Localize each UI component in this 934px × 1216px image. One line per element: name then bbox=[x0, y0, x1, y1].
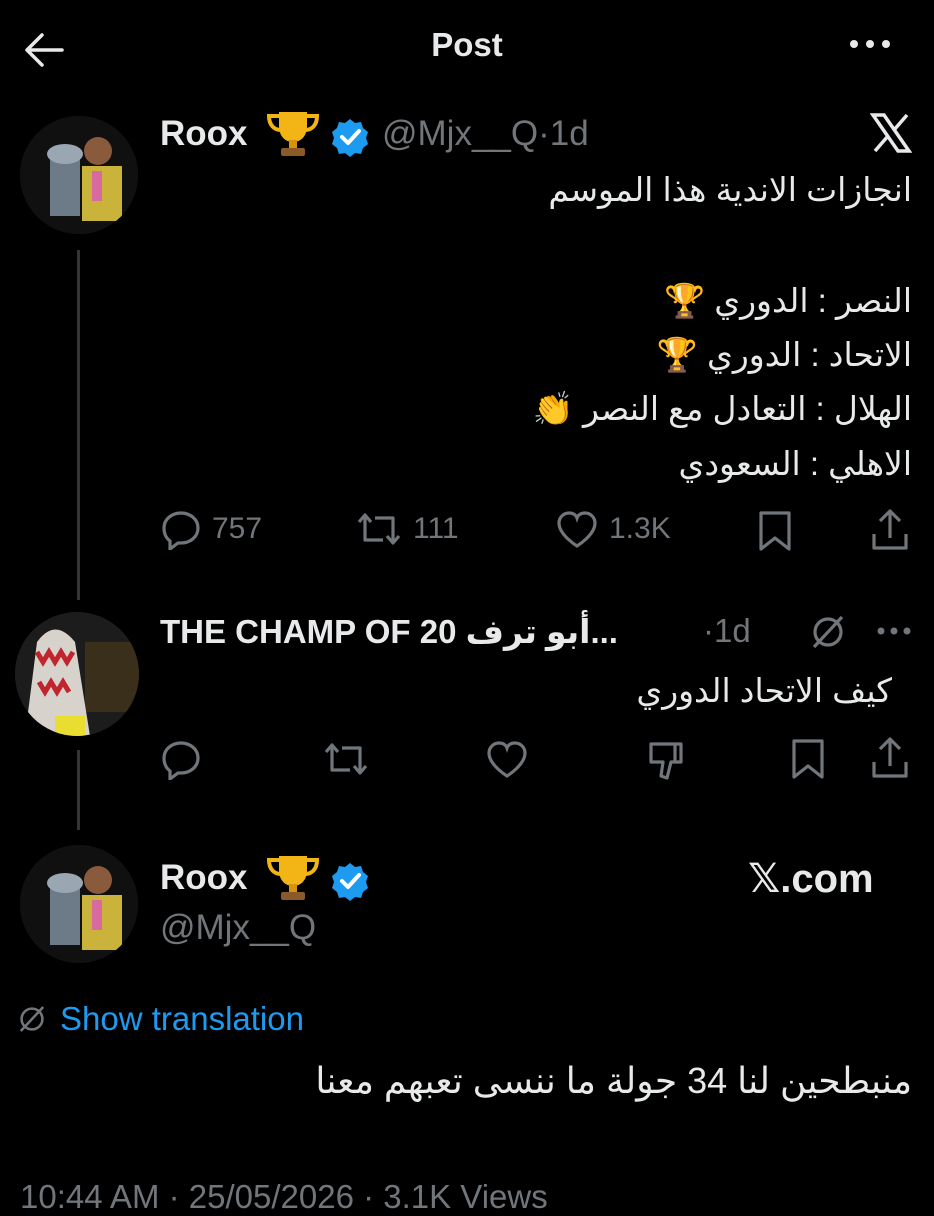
tweet-text-line: الاهلي : السعودي bbox=[678, 445, 912, 482]
page-title: Post bbox=[431, 26, 503, 63]
dislike-icon[interactable] bbox=[645, 738, 689, 782]
verified-badge-icon bbox=[330, 861, 370, 901]
reply-icon[interactable] bbox=[160, 738, 202, 780]
retweet-button[interactable]: 111 bbox=[355, 508, 459, 550]
reply-count: 757 bbox=[212, 512, 263, 545]
like-button[interactable]: 1.3K bbox=[555, 508, 671, 550]
tweet-text-line: النصر : الدوري 🏆 bbox=[663, 282, 912, 319]
like-count: 1.3K bbox=[609, 512, 671, 545]
avatar[interactable] bbox=[15, 612, 139, 736]
bookmark-icon[interactable] bbox=[790, 738, 826, 780]
handle-text: @Mjx__Q bbox=[382, 114, 539, 153]
author-handle[interactable]: @Mjx__Q·1d bbox=[382, 114, 589, 154]
trophy-emoji bbox=[265, 108, 321, 165]
tweet-text-line: الهلال : التعادل مع النصر 👏 bbox=[532, 390, 912, 427]
tweet-text-line: الاتحاد : الدوري 🏆 bbox=[656, 336, 912, 373]
author-name[interactable]: Roox bbox=[160, 114, 248, 154]
share-icon[interactable] bbox=[870, 508, 910, 552]
tweet-text-line: انجازات الاندية هذا الموسم bbox=[548, 171, 912, 208]
bookmark-icon[interactable] bbox=[757, 510, 793, 552]
reply-text: كيف الاتحاد الدوري bbox=[636, 672, 892, 709]
reply-button[interactable]: 757 bbox=[160, 508, 262, 550]
thread-line bbox=[77, 250, 80, 600]
x-logo-icon bbox=[870, 113, 912, 153]
show-translation-link[interactable]: Show translation bbox=[60, 1000, 304, 1038]
reply-time: ·1d bbox=[703, 612, 751, 649]
main-tweet-text: منبطحين لنا 34 جولة ما ننسى تعبهم معنا bbox=[315, 1060, 912, 1101]
post-time: ·1d bbox=[538, 114, 589, 153]
retweet-icon bbox=[357, 513, 401, 545]
author-name[interactable]: Roox bbox=[160, 858, 248, 898]
retweet-icon[interactable] bbox=[322, 738, 370, 780]
reply-author-name[interactable]: THE CHAMP OF 20 أبو ترف... bbox=[160, 612, 618, 651]
post-footer-meta: 10:44 AM · 25/05/2026 · 3.1K Views bbox=[20, 1178, 548, 1215]
brand-link[interactable]: 𝕏.com bbox=[748, 856, 874, 902]
trophy-emoji bbox=[265, 852, 321, 909]
share-icon[interactable] bbox=[870, 736, 910, 780]
verified-badge-icon bbox=[330, 117, 370, 157]
reply-icon bbox=[162, 511, 200, 550]
more-options-icon[interactable] bbox=[876, 626, 912, 636]
translate-globe-icon bbox=[16, 1004, 48, 1034]
avatar[interactable] bbox=[20, 116, 138, 234]
retweet-count: 111 bbox=[413, 512, 459, 545]
heart-icon[interactable] bbox=[485, 738, 529, 780]
avatar[interactable] bbox=[20, 845, 138, 963]
author-handle[interactable]: @Mjx__Q bbox=[160, 908, 316, 948]
heart-icon bbox=[557, 511, 597, 548]
thread-line bbox=[77, 750, 80, 830]
more-options-icon[interactable] bbox=[848, 38, 892, 50]
translate-globe-icon bbox=[808, 614, 848, 650]
